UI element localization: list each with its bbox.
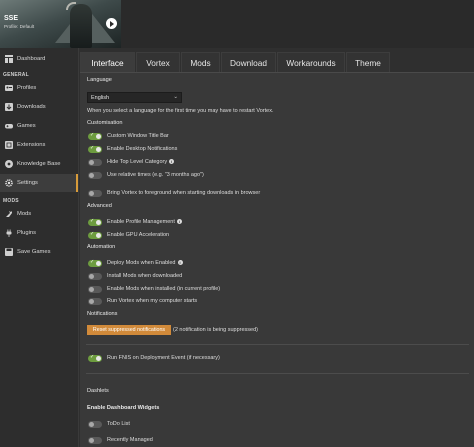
toggle-hide-top-level-category[interactable]	[88, 159, 102, 166]
sidebar: Dashboard GENERAL Profiles Downloads Gam…	[0, 48, 79, 447]
toggle-install-mods-when-downloaded[interactable]	[88, 273, 102, 280]
game-banner[interactable]: SSE Profile: Default	[0, 0, 121, 48]
suppressed-count-note: (2 notification is being suppressed)	[173, 327, 258, 333]
toggle-todo-list[interactable]	[88, 421, 102, 428]
tab-theme[interactable]: Theme	[346, 52, 390, 73]
dashboard-widgets-heading: Enable Dashboard Widgets	[87, 405, 160, 411]
setting-label: Custom Window Title Bar	[107, 133, 169, 139]
sidebar-item-label: Settings	[17, 180, 38, 186]
mods-icon	[5, 210, 13, 218]
banner-figure	[70, 4, 92, 48]
language-heading: Language	[87, 77, 112, 83]
toggle-desktop-notifications[interactable]	[88, 145, 102, 153]
notifications-heading: Notifications	[87, 311, 118, 317]
toggle-custom-title-bar[interactable]	[88, 132, 102, 140]
save-icon	[5, 248, 13, 256]
setting-label: Hide Top Level Category i	[107, 159, 175, 165]
sidebar-item-label: Knowledge Base	[17, 161, 61, 167]
toggle-recently-managed[interactable]	[88, 437, 102, 444]
language-select[interactable]: English ⌄	[87, 92, 182, 103]
info-icon[interactable]: i	[177, 260, 183, 265]
tab-workarounds[interactable]: Workarounds	[277, 52, 345, 73]
active-profile-label: Profile: Default	[4, 24, 35, 29]
sidebar-item-label: Save Games	[17, 249, 51, 255]
tab-mods[interactable]: Mods	[181, 52, 220, 73]
gear-icon	[5, 179, 13, 187]
chevron-down-icon: ⌄	[173, 94, 178, 100]
toggle-deploy-mods-when-enabled[interactable]	[88, 259, 102, 267]
sidebar-item-downloads[interactable]: Downloads	[0, 98, 78, 116]
extensions-icon	[5, 141, 13, 149]
setting-label-text: Hide Top Level Category	[107, 159, 168, 165]
sidebar-item-label: Profiles	[17, 85, 37, 91]
sidebar-item-label: Mods	[17, 211, 32, 217]
toggle-bring-to-foreground[interactable]	[88, 190, 102, 197]
reset-suppressed-notifications-button[interactable]: Reset suppressed notifications	[87, 325, 171, 335]
game-title: SSE	[4, 15, 19, 22]
advanced-heading: Advanced	[87, 203, 112, 209]
sidebar-item-mods[interactable]: Mods	[0, 205, 78, 223]
setting-label: ToDo List	[107, 421, 130, 427]
sidebar-item-plugins[interactable]: Plugins	[0, 224, 78, 242]
toggle-enable-mods-when-installed[interactable]	[88, 286, 102, 293]
tab-download[interactable]: Download	[221, 52, 276, 73]
automation-heading: Automation	[87, 244, 116, 250]
sidebar-item-profiles[interactable]: Profiles	[0, 79, 78, 97]
download-icon	[5, 103, 13, 111]
sidebar-item-label: Downloads	[17, 104, 46, 110]
divider	[86, 373, 469, 374]
banner-helmet-horn	[66, 2, 76, 10]
sidebar-item-label: Dashboard	[17, 56, 46, 62]
sidebar-item-extensions[interactable]: Extensions	[0, 136, 78, 154]
language-note: When you select a language for the first…	[87, 108, 274, 114]
sidebar-item-label: Games	[17, 123, 36, 129]
sidebar-item-dashboard[interactable]: Dashboard	[0, 50, 78, 68]
toggle-gpu-acceleration[interactable]	[88, 231, 102, 239]
dashlets-heading: Dashlets	[87, 388, 109, 394]
sidebar-item-label: Extensions	[17, 142, 46, 148]
tab-vortex[interactable]: Vortex	[136, 52, 180, 73]
toggle-run-fnis[interactable]	[88, 354, 102, 362]
tab-interface[interactable]: Interface	[80, 52, 135, 73]
sidebar-section-mods: MODS	[3, 198, 19, 204]
setting-label-text: Enable Profile Management	[107, 219, 175, 225]
play-icon[interactable]	[106, 18, 117, 29]
knowledge-icon	[5, 160, 13, 168]
settings-panel: Language English ⌄ When you select a lan…	[80, 73, 474, 447]
toggle-relative-times[interactable]	[88, 172, 102, 179]
setting-label: Enable Desktop Notifications	[107, 146, 178, 152]
setting-label-text: Deploy Mods when Enabled	[107, 260, 176, 266]
language-value: English	[91, 94, 110, 101]
info-icon[interactable]: i	[169, 159, 175, 164]
sidebar-item-save-games[interactable]: Save Games	[0, 243, 78, 261]
setting-label: Bring Vortex to foreground when starting…	[107, 190, 261, 196]
setting-label: Enable GPU Acceleration	[107, 232, 170, 238]
info-icon[interactable]: i	[176, 219, 182, 224]
divider	[86, 344, 469, 345]
profiles-icon	[5, 84, 13, 92]
setting-label: Use relative times (e.g. "3 months ago")	[107, 172, 204, 178]
sidebar-item-settings[interactable]: Settings	[0, 174, 78, 192]
setting-label: Deploy Mods when Enabled i	[107, 260, 183, 266]
toggle-profile-management[interactable]	[88, 218, 102, 226]
setting-label: Enable Mods when installed (in current p…	[107, 286, 221, 292]
setting-label: Run FNIS on Deployment Event (if necessa…	[107, 355, 220, 361]
setting-label: Recently Managed	[107, 437, 153, 443]
gamepad-icon	[5, 122, 13, 130]
top-bar: SSE Profile: Default	[0, 0, 474, 48]
plugins-icon	[5, 229, 13, 237]
sidebar-item-label: Plugins	[17, 230, 37, 236]
settings-tabs: Interface Vortex Mods Download Workaroun…	[80, 52, 391, 73]
toggle-run-on-startup[interactable]	[88, 298, 102, 305]
setting-label: Install Mods when downloaded	[107, 273, 183, 279]
sidebar-section-general: GENERAL	[3, 72, 29, 78]
setting-label: Enable Profile Management i	[107, 219, 182, 225]
customisation-heading: Customisation	[87, 120, 123, 126]
dashboard-icon	[5, 55, 13, 63]
sidebar-item-games[interactable]: Games	[0, 117, 78, 135]
setting-label: Run Vortex when my computer starts	[107, 298, 198, 304]
sidebar-item-knowledge-base[interactable]: Knowledge Base	[0, 155, 78, 173]
